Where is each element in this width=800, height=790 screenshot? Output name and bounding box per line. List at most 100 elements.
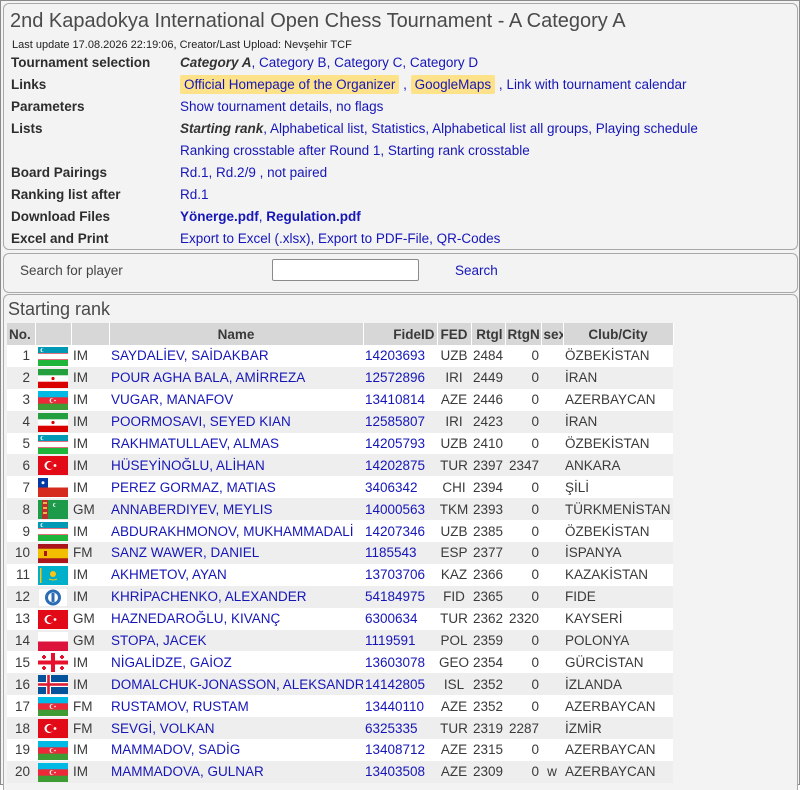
cell-no: 18 [7,717,35,740]
link-round-1[interactable]: Rd.1 [180,165,209,180]
fide-id-link[interactable]: 13410814 [365,392,425,407]
cell-club: İRAN [563,366,673,389]
link-no-flags[interactable]: no flags [336,99,383,114]
fide-id-link[interactable]: 1119591 [365,633,416,648]
link-starting-rank-crosstable[interactable]: Starting rank crosstable [388,143,530,158]
player-name-link[interactable]: MAMMADOVA, GULNAR [111,764,264,779]
header-sex[interactable]: sex [541,323,564,345]
fide-id-link[interactable]: 14203693 [365,348,425,363]
link-show-details[interactable]: Show tournament details [180,99,329,114]
fide-id-link[interactable]: 12585807 [365,414,425,429]
link-ranking-rd1[interactable]: Rd.1 [180,187,209,202]
player-name-link[interactable]: POORMOSAVI, SEYED KIAN [111,414,291,429]
fide-id-link[interactable]: 13603078 [365,655,425,670]
fide-id-link[interactable]: 6300634 [365,611,418,626]
player-name-link[interactable]: SANZ WAWER, DANIEL [111,545,259,560]
cell-rtgn: 0 [505,673,541,696]
link-export-pdf[interactable]: Export to PDF-File [318,231,429,246]
link-tournament-calendar[interactable]: Link with tournament calendar [506,77,686,92]
link-yonerge-pdf[interactable]: Yönerge.pdf [180,209,259,224]
value-lists-2: Ranking crosstable after Round 1, Starti… [180,143,530,158]
fide-id-link[interactable]: 14202875 [365,458,425,473]
header-fed[interactable]: FED [437,323,472,345]
player-name-link[interactable]: RUSTAMOV, RUSTAM [111,699,249,714]
link-playing-schedule[interactable]: Playing schedule [596,121,698,136]
cell-flag [35,345,71,367]
cell-flag [35,476,71,499]
fide-id-link[interactable]: 14207346 [365,524,425,539]
link-category-b[interactable]: Category B [259,55,327,70]
cell-fed: ISL [437,673,471,696]
cell-club: ÖZBEKİSTAN [563,432,673,455]
player-name-link[interactable]: SAYDALİEV, SAİDAKBAR [111,348,269,363]
player-name-link[interactable]: PEREZ GORMAZ, MATIAS [111,480,276,495]
player-name-link[interactable]: HAZNEDAROĞLU, KIVANÇ [111,611,280,626]
fide-id-link[interactable]: 54184975 [365,589,425,604]
player-name-link[interactable]: HÜSEYİNOĞLU, ALİHAN [111,458,265,473]
link-qr-codes[interactable]: QR-Codes [437,231,501,246]
cell-rtgi: 2446 [471,388,505,411]
link-round-2[interactable]: Rd.2/9 , not paired [216,165,327,180]
fide-id-link[interactable]: 14205793 [365,436,425,451]
cell-flag [35,607,71,630]
cell-rtgi: 2484 [471,345,505,367]
player-name-link[interactable]: MAMMADOV, SADİG [111,742,240,757]
link-export-excel[interactable]: Export to Excel (.xlsx) [180,231,311,246]
player-name-link[interactable]: AKHMETOV, AYAN [111,567,227,582]
player-name-link[interactable]: NİGALİDZE, GAİOZ [111,655,232,670]
fide-id-link[interactable]: 12572896 [365,370,425,385]
player-name-link[interactable]: ANNABERDIYEV, MEYLIS [111,502,273,517]
cell-rtgn: 0 [505,388,541,411]
search-button[interactable]: Search [455,263,498,278]
fide-id-link[interactable]: 14142805 [365,677,425,692]
header-fideid[interactable]: FideID [363,323,438,345]
cell-flag [35,432,71,455]
header-name[interactable]: Name [109,323,364,345]
search-input[interactable] [272,259,419,281]
header-rtgi[interactable]: Rtgl [471,323,506,345]
link-category-c[interactable]: Category C [334,55,402,70]
fide-id-link[interactable]: 13440110 [365,699,424,714]
link-alphabetical-all-groups[interactable]: Alphabetical list all groups [432,121,588,136]
link-googlemaps[interactable]: GoogleMaps [410,75,496,94]
cell-title: GM [71,498,109,521]
player-name-link[interactable]: STOPA, JACEK [111,633,207,648]
fide-id-link[interactable]: 14000563 [365,502,425,517]
fide-id-link[interactable]: 13703706 [365,567,425,582]
cell-name: SEVGİ, VOLKAN [109,717,363,740]
cell-club: ÖZBEKİSTAN [563,345,673,367]
cell-fed: FID [437,585,471,608]
player-name-link[interactable]: DOMALCHUK-JONASSON, ALEKSANDR [111,677,363,692]
fide-id-link[interactable]: 3406342 [365,480,418,495]
link-category-d[interactable]: Category D [410,55,478,70]
header-no[interactable]: No. [7,323,36,345]
fide-id-link[interactable]: 1185543 [365,545,417,560]
cell-club: GÜRCİSTAN [563,651,673,674]
player-name-link[interactable]: POUR AGHA BALA, AMİRREZA [111,370,305,385]
cell-title: IM [71,760,109,783]
cell-no: 1 [7,345,35,367]
link-regulation-pdf[interactable]: Regulation.pdf [266,209,361,224]
link-alphabetical-list[interactable]: Alphabetical list [270,121,364,136]
fide-id-link[interactable]: 13408712 [365,742,425,757]
table-row: 3 IM VUGAR, MANAFOV 13410814 AZE 2446 0 AZERBAY… [7,388,673,411]
player-name-link[interactable]: VUGAR, MANAFOV [111,392,233,407]
cell-name: HÜSEYİNOĞLU, ALİHAN [109,454,363,477]
header-rtgn[interactable]: RtgN [505,323,542,345]
cell-rtgn: 0 [505,410,541,433]
header-club[interactable]: Club/City [563,323,674,345]
cell-fed: AZE [437,739,471,761]
link-official-homepage[interactable]: Official Homepage of the Organizer [180,75,400,94]
link-statistics[interactable]: Statistics [371,121,425,136]
cell-title: FM [71,695,109,718]
fide-id-link[interactable]: 6325335 [365,721,418,736]
table-row: 11 IM AKHMETOV, AYAN 13703706 KAZ 2366 0 KAZAKİ… [7,563,673,586]
player-name-link[interactable]: ABDURAKHMONOV, MUKHAMMADALİ [111,524,354,539]
player-name-link[interactable]: KHRİPACHENKO, ALEXANDER [111,589,307,604]
cell-title: IM [71,673,109,696]
fide-id-link[interactable]: 13403508 [365,764,425,779]
player-name-link[interactable]: RAKHMATULLAEV, ALMAS [111,436,279,451]
player-name-link[interactable]: SEVGİ, VOLKAN [111,721,215,736]
link-ranking-crosstable[interactable]: Ranking crosstable after Round 1 [180,143,380,158]
azerbaijan-flag-icon [38,762,68,782]
